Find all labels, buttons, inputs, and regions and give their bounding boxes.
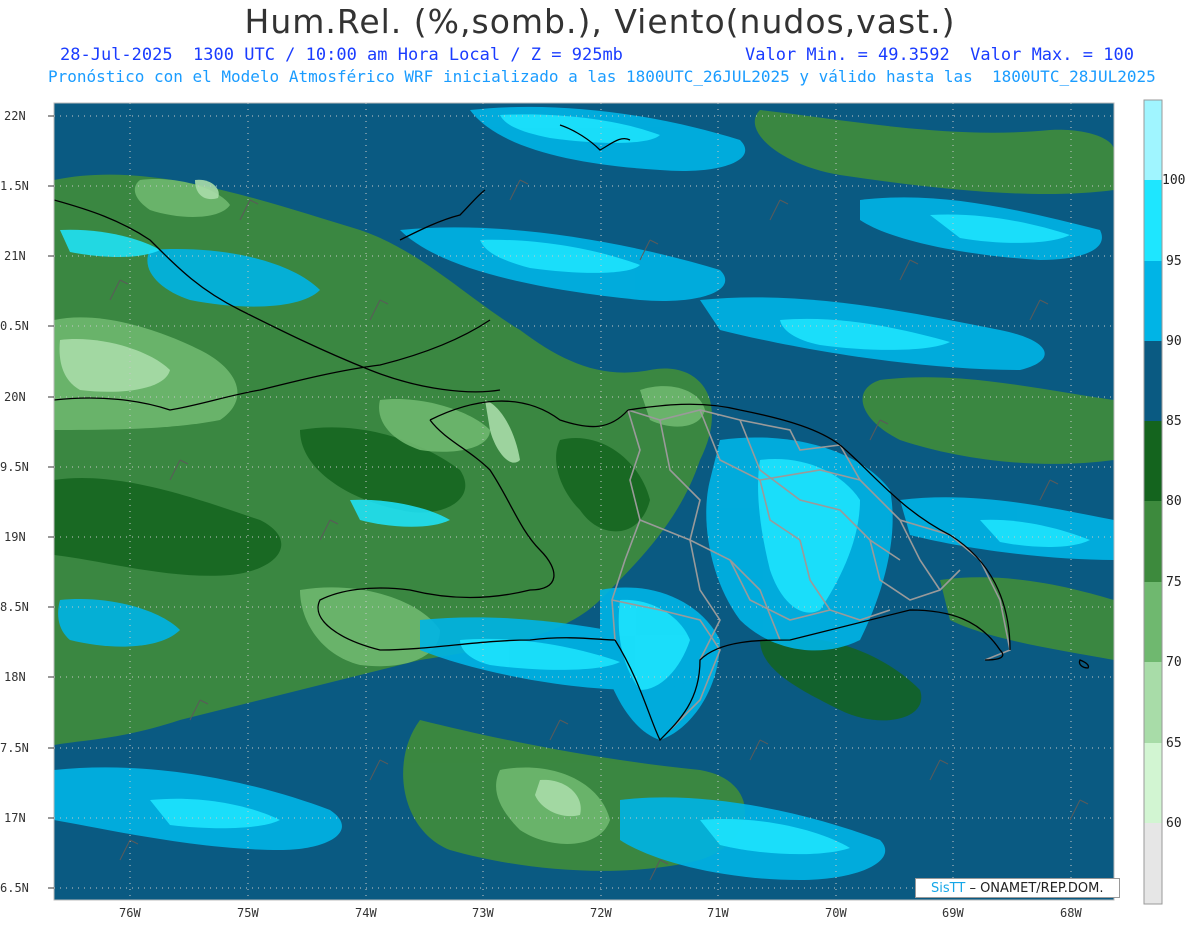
colorbar-label: 70 bbox=[1166, 655, 1182, 670]
lat-label: 6.5N bbox=[0, 881, 29, 895]
lon-label: 69W bbox=[942, 906, 964, 920]
colorbar-bin bbox=[1144, 100, 1162, 180]
latitude-ticks bbox=[48, 115, 54, 889]
colorbar-bin bbox=[1144, 582, 1162, 662]
lat-label: 1.5N bbox=[0, 179, 29, 193]
credit-org: – ONAMET/REP.DOM. bbox=[969, 881, 1104, 896]
colorbar-label: 65 bbox=[1166, 736, 1182, 751]
lon-label: 72W bbox=[590, 906, 612, 920]
colorbar-bin bbox=[1144, 743, 1162, 823]
lon-label: 71W bbox=[707, 906, 729, 920]
credit-box: SisTT – ONAMET/REP.DOM. bbox=[915, 878, 1120, 898]
forecast-map: 22N 1.5N 21N 0.5N 20N 9.5N 19N 8.5N 18N … bbox=[0, 99, 1185, 920]
lat-label: 17N bbox=[4, 811, 26, 825]
colorbar-label: 95 bbox=[1166, 254, 1182, 269]
colorbar-label: 60 bbox=[1166, 816, 1182, 831]
colorbar-bin bbox=[1144, 823, 1162, 904]
lon-label: 74W bbox=[355, 906, 377, 920]
latitude-axis: 22N 1.5N 21N 0.5N 20N 9.5N 19N 8.5N 18N … bbox=[0, 109, 29, 895]
lon-label: 73W bbox=[472, 906, 494, 920]
lon-label: 75W bbox=[237, 906, 259, 920]
lon-label: 76W bbox=[119, 906, 141, 920]
lon-label: 70W bbox=[825, 906, 847, 920]
longitude-axis: 76W 75W 74W 73W 72W 71W 70W 69W 68W bbox=[119, 906, 1082, 920]
colorbar-bin bbox=[1144, 662, 1162, 743]
colorbar-label: 85 bbox=[1166, 414, 1182, 429]
colorbar-label: 100 bbox=[1162, 173, 1185, 188]
lat-label: 9.5N bbox=[0, 460, 29, 474]
lat-label: 8.5N bbox=[0, 600, 29, 614]
colorbar: 60 65 70 75 80 85 90 95 100 bbox=[1143, 99, 1185, 905]
lat-label: 7.5N bbox=[0, 741, 29, 755]
lat-label: 19N bbox=[4, 530, 26, 544]
lat-label: 20N bbox=[4, 390, 26, 404]
humidity-field bbox=[54, 103, 1114, 900]
lat-label: 0.5N bbox=[0, 319, 29, 333]
lat-label: 21N bbox=[4, 249, 26, 263]
colorbar-label: 80 bbox=[1166, 494, 1182, 509]
lat-label: 22N bbox=[4, 109, 26, 123]
colorbar-bin bbox=[1144, 261, 1162, 341]
lat-label: 18N bbox=[4, 670, 26, 684]
colorbar-label: 90 bbox=[1166, 334, 1182, 349]
colorbar-label: 75 bbox=[1166, 575, 1182, 590]
lon-label: 68W bbox=[1060, 906, 1082, 920]
colorbar-bin bbox=[1144, 180, 1162, 261]
colorbar-bin bbox=[1144, 501, 1162, 582]
colorbar-bin bbox=[1144, 421, 1162, 501]
colorbar-bin bbox=[1144, 341, 1162, 421]
sispi-logo-text: SisTT bbox=[931, 881, 966, 896]
